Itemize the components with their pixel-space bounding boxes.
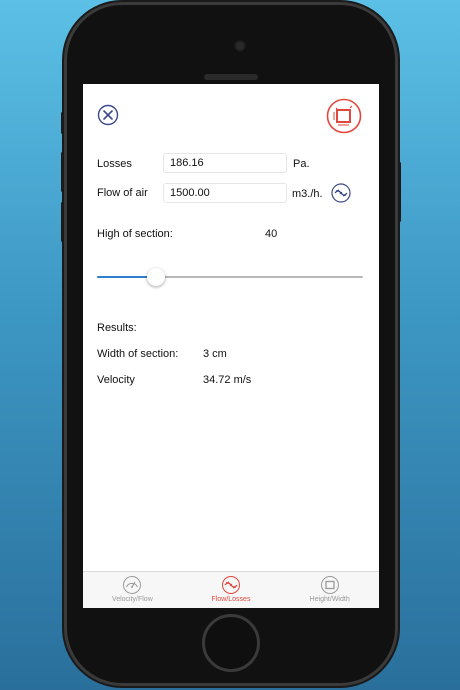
width-label: Width of section: [97, 348, 179, 360]
flow-input[interactable] [163, 183, 287, 203]
tab-label: Flow/Losses [211, 596, 251, 603]
phone-frame: Losses Pa. Flow of air m3./h. High of se… [61, 2, 401, 686]
front-camera [234, 40, 246, 52]
tab-flow-losses[interactable]: Flow/Losses [182, 572, 281, 608]
earpiece-speaker [204, 74, 258, 80]
power-button [398, 162, 401, 222]
velocity-label: Velocity [97, 374, 135, 386]
close-icon[interactable] [97, 104, 119, 126]
flow-label: Flow of air [97, 187, 148, 199]
results-title: Results: [97, 322, 137, 334]
losses-label: Losses [97, 158, 132, 170]
velocity-value: 34.72 m/s [203, 374, 252, 386]
mute-switch [61, 112, 64, 134]
tab-velocity-flow[interactable]: Velocity/Flow [83, 572, 182, 608]
fan-icon[interactable] [331, 183, 351, 203]
tab-bar: Velocity/Flow Flow/Losses Height/Width [83, 571, 379, 608]
gauge-icon [123, 576, 142, 594]
high-value: 40 [265, 228, 278, 240]
losses-input[interactable] [163, 153, 287, 173]
section-square-icon[interactable] [326, 98, 362, 134]
losses-unit: Pa. [293, 158, 310, 170]
width-value: 3 cm [203, 348, 227, 360]
square-frame-icon [320, 576, 339, 594]
tab-label: Velocity/Flow [111, 596, 153, 603]
height-slider[interactable] [97, 268, 363, 286]
tab-height-width[interactable]: Height/Width [280, 572, 379, 608]
slider-thumb[interactable] [146, 268, 165, 286]
home-button[interactable] [202, 614, 260, 672]
volume-down-button [61, 202, 64, 242]
high-label: High of section: [97, 228, 173, 240]
fan-icon [222, 576, 240, 594]
app-screen: Losses Pa. Flow of air m3./h. High of se… [83, 84, 379, 608]
tab-label: Height/Width [309, 596, 350, 603]
flow-unit: m3./h. [292, 188, 323, 200]
volume-up-button [61, 152, 64, 192]
